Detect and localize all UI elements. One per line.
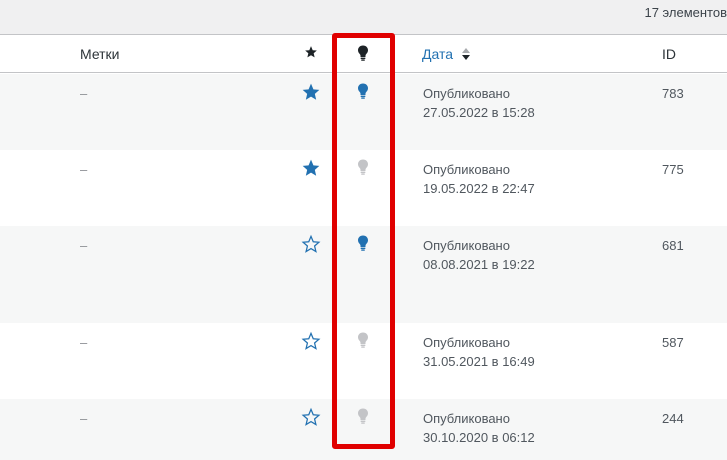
star-filled-icon[interactable] [301, 158, 321, 183]
lightbulb-icon[interactable] [357, 159, 369, 180]
date-cell: Опубликовано 31.05.2021 в 16:49 [423, 333, 535, 371]
tags-cell: – [80, 162, 88, 177]
post-datetime: 08.08.2021 в 19:22 [423, 257, 535, 272]
lightbulb-icon[interactable] [357, 83, 369, 104]
post-status: Опубликовано [423, 411, 510, 426]
post-datetime: 19.05.2022 в 22:47 [423, 181, 535, 196]
id-cell: 775 [662, 162, 684, 177]
date-cell: Опубликовано 19.05.2022 в 22:47 [423, 160, 535, 198]
table-row: – Опубликовано 19.05.2022 в 22:47 775 [0, 150, 727, 226]
items-count: 17 элементов [644, 5, 727, 20]
column-header-bulb[interactable] [357, 45, 369, 64]
id-cell: 681 [662, 238, 684, 253]
lightbulb-icon [358, 45, 368, 61]
column-header-date[interactable]: Дата [422, 46, 471, 64]
star-filled-icon[interactable] [301, 82, 321, 107]
id-cell: 783 [662, 86, 684, 101]
id-cell: 587 [662, 335, 684, 350]
post-status: Опубликовано [423, 162, 510, 177]
table-row: – Опубликовано 30.10.2020 в 06:12 244 [0, 399, 727, 460]
star-outline-icon[interactable] [301, 407, 321, 432]
tags-cell: – [80, 411, 88, 426]
lightbulb-icon[interactable] [357, 235, 369, 256]
lightbulb-icon[interactable] [357, 408, 369, 429]
table-row: – Опубликовано 08.08.2021 в 19:22 681 [0, 226, 727, 323]
post-datetime: 31.05.2021 в 16:49 [423, 354, 535, 369]
star-filled-icon [305, 46, 317, 58]
lightbulb-icon[interactable] [357, 332, 369, 353]
tags-cell: – [80, 86, 88, 101]
table-row: – Опубликовано 27.05.2022 в 15:28 783 [0, 74, 727, 150]
post-status: Опубликовано [423, 238, 510, 253]
post-datetime: 30.10.2020 в 06:12 [423, 430, 535, 445]
sort-arrows-icon[interactable] [461, 47, 471, 64]
column-header-date-label: Дата [422, 46, 454, 62]
column-header-tags: Метки [80, 46, 120, 62]
list-top-bar: 17 элементов [0, 0, 727, 34]
star-outline-icon[interactable] [301, 234, 321, 259]
date-cell: Опубликовано 08.08.2021 в 19:22 [423, 236, 535, 274]
post-datetime: 27.05.2022 в 15:28 [423, 105, 535, 120]
post-status: Опубликовано [423, 335, 510, 350]
tags-cell: – [80, 238, 88, 253]
column-header-featured[interactable] [304, 45, 318, 62]
date-cell: Опубликовано 30.10.2020 в 06:12 [423, 409, 535, 447]
star-outline-icon[interactable] [301, 331, 321, 356]
posts-table: Метки Дата ID – Опубликовано 27.05.2022 … [0, 34, 727, 460]
id-cell: 244 [662, 411, 684, 426]
table-row: – Опубликовано 31.05.2021 в 16:49 587 [0, 323, 727, 399]
post-status: Опубликовано [423, 86, 510, 101]
table-header: Метки Дата ID [0, 35, 727, 73]
column-header-id: ID [662, 46, 676, 62]
date-cell: Опубликовано 27.05.2022 в 15:28 [423, 84, 535, 122]
tags-cell: – [80, 335, 88, 350]
